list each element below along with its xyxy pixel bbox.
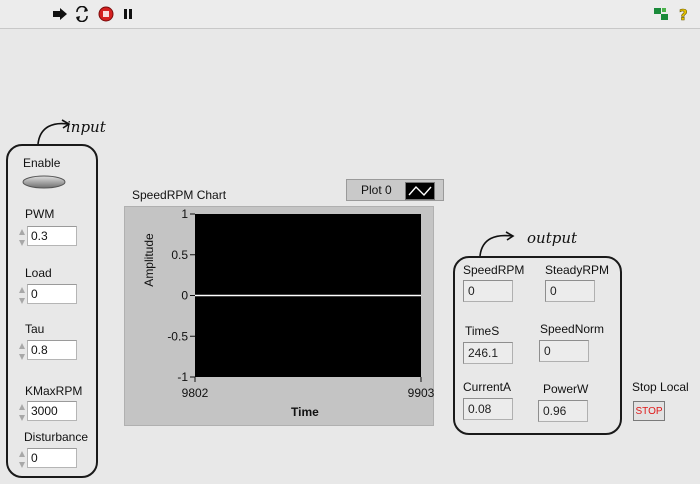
output-annotation-label: output xyxy=(527,229,578,247)
y-axis-label: Amplitude xyxy=(142,233,156,287)
x-tick-label: 9802 xyxy=(182,386,209,400)
y-tick-label: 1 xyxy=(181,207,188,221)
speedrpm-label: SpeedRPM xyxy=(463,263,525,277)
x-axis-label: Time xyxy=(291,405,319,419)
speedrpm-indicator: 0 xyxy=(463,280,513,302)
stop-button[interactable]: STOP xyxy=(633,401,665,421)
currenta-indicator: 0.08 xyxy=(463,398,513,420)
steadyrpm-label: SteadyRPM xyxy=(545,263,610,277)
speednorm-indicator: 0 xyxy=(539,340,589,362)
x-tick-label: 9903 xyxy=(408,386,435,400)
y-tick-label: 0 xyxy=(181,289,188,303)
speednorm-label: SpeedNorm xyxy=(540,322,605,336)
powerw-label: PowerW xyxy=(543,382,589,396)
y-tick-label: -0.5 xyxy=(167,329,188,343)
steadyrpm-indicator: 0 xyxy=(545,280,595,302)
y-tick-label: -1 xyxy=(177,370,188,384)
stop-local-label: Stop Local xyxy=(632,380,689,394)
y-tick-label: 0.5 xyxy=(171,248,188,262)
currenta-label: CurrentA xyxy=(463,380,512,394)
times-indicator: 246.1 xyxy=(463,342,513,364)
powerw-indicator: 0.96 xyxy=(538,400,588,422)
times-label: TimeS xyxy=(465,324,500,338)
